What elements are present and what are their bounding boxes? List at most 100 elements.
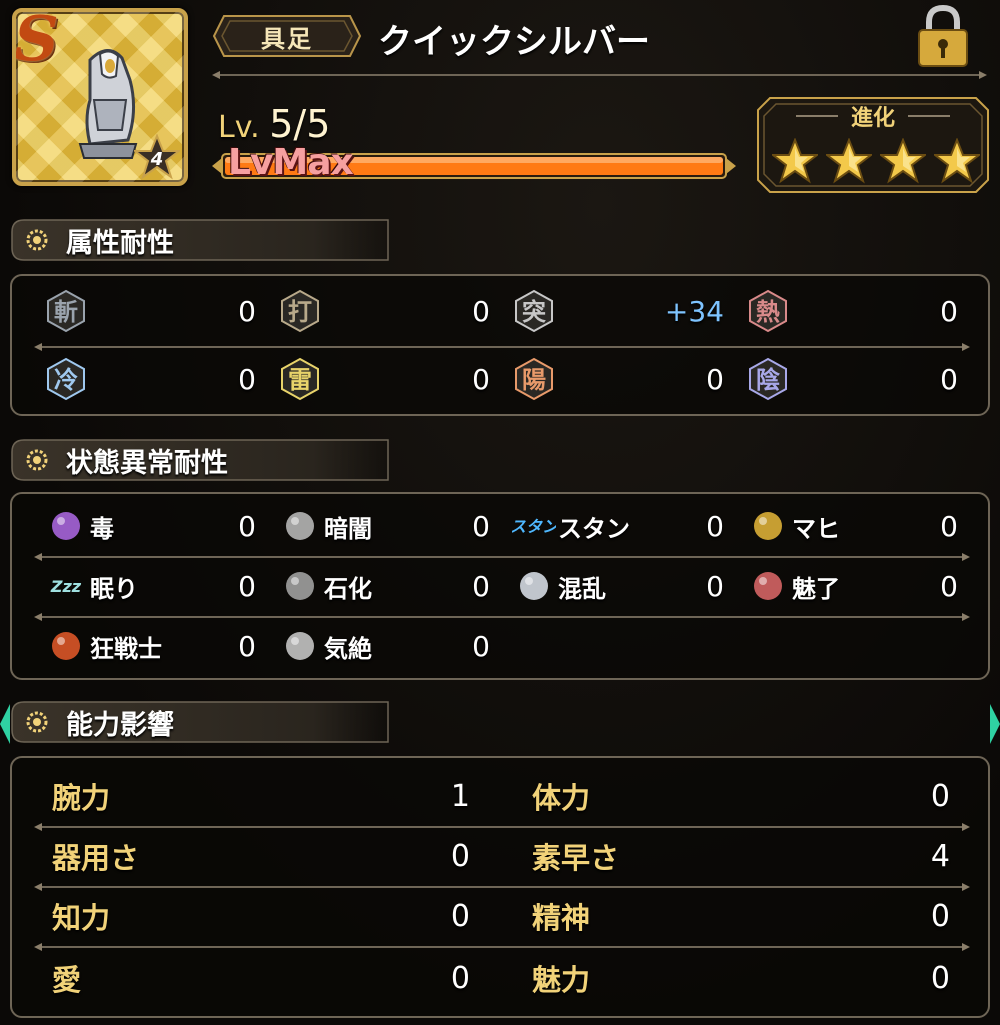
element-resistance-item: 陽0 [512, 356, 724, 402]
status-resistance-label: スタン [558, 514, 630, 543]
svg-text:熱: 熱 [756, 298, 780, 326]
status-resistance-label: 魅了 [792, 574, 840, 603]
ability-stat-item: 素早さ 4 [532, 832, 950, 880]
ability-stat-value: 1 [450, 778, 470, 814]
ability-row-divider [34, 883, 970, 891]
element-resistance-value: 0 [706, 362, 724, 396]
status-resistance-value: 0 [472, 569, 490, 603]
charm-icon [754, 572, 782, 600]
status-section-title: 状態異常耐性 [66, 447, 228, 479]
confusion-icon [520, 572, 548, 600]
element-resistance-value: 0 [472, 362, 490, 396]
level-prefix: Lv. [218, 110, 260, 145]
element-resistance-value: 0 [940, 362, 958, 396]
element-resistance-item: 雷0 [278, 356, 490, 402]
status-resistance-label: 眠り [90, 574, 138, 603]
element-resistance-value: 0 [238, 294, 256, 328]
petrify-icon [286, 572, 314, 600]
status-resistance-value: 0 [940, 569, 958, 603]
ability-stat-item: 知力 0 [52, 892, 470, 940]
svg-text:打: 打 [288, 298, 312, 326]
level-value: 5/5 [269, 102, 331, 146]
element-resistance-item: 熱0 [746, 288, 958, 334]
status-resistance-value: 0 [238, 629, 256, 663]
element-resistance-value: 0 [940, 294, 958, 328]
heat-icon: 熱 [749, 289, 787, 333]
light-icon: 陽 [515, 357, 553, 401]
element-resistance-item: 陰0 [746, 356, 958, 402]
evolution-star-icon [880, 138, 926, 184]
element-resistance-item: 斬0 [44, 288, 256, 334]
side-gem-icon [990, 704, 1000, 744]
status-resistance-label: マヒ [792, 514, 840, 543]
status-resistance-value: 0 [940, 509, 958, 543]
slash-icon: 斬 [47, 289, 85, 333]
ability-stat-value: 0 [930, 778, 950, 814]
thunder-icon: 雷 [281, 357, 319, 401]
rank-star-icon: 4 [132, 133, 182, 180]
element-row-divider [34, 343, 970, 351]
svg-text:陰: 陰 [756, 366, 781, 394]
ability-stat-value: 4 [930, 838, 950, 874]
sleep-icon: Zzz [50, 577, 82, 596]
svg-text:突: 突 [522, 298, 546, 326]
ability-stat-label: 器用さ [52, 841, 140, 875]
element-resistance-value: +34 [664, 294, 724, 328]
ability-section-title: 能力影響 [66, 709, 174, 741]
status-resistance-value: 0 [472, 509, 490, 543]
ability-stat-item: 愛0 [52, 954, 470, 1002]
element-resistance-value: 0 [472, 294, 490, 328]
element-resistance-item: 打0 [278, 288, 490, 334]
status-resistance-item: 石化 0 [278, 564, 490, 608]
status-row-divider [34, 553, 970, 561]
ability-row-divider [34, 823, 970, 831]
svg-text:陽: 陽 [522, 366, 546, 394]
status-section-header: 状態異常耐性 [10, 438, 390, 482]
status-resistance-item: 毒0 [44, 504, 256, 548]
level-label: Lv. 5/5 [218, 102, 330, 146]
svg-text:Zzz: Zzz [50, 577, 82, 596]
status-resistance-item: 暗闇 0 [278, 504, 490, 548]
element-section-header: 属性耐性 [10, 218, 390, 262]
dark-icon: 陰 [749, 357, 787, 401]
element-section-title: 属性耐性 [66, 227, 174, 259]
evolution-label: 進化 [850, 106, 895, 131]
padlock-icon[interactable] [912, 4, 974, 68]
item-name: クイックシルバー [378, 22, 650, 62]
status-resistance-value: 0 [238, 509, 256, 543]
item-card[interactable]: S 4 [12, 8, 188, 186]
blind-icon [286, 512, 314, 540]
cold-icon: 冷 [47, 357, 85, 401]
ability-stat-item: 器用さ 0 [52, 832, 470, 880]
status-resistance-value: 0 [472, 629, 490, 663]
svg-text:スタン: スタン [512, 517, 556, 536]
faint-icon [286, 632, 314, 660]
ability-stat-label: 愛 [52, 963, 82, 997]
status-resistance-item: スタン スタン 0 [512, 504, 724, 548]
category-label: 具足 [261, 24, 313, 53]
status-resistance-item: Zzz 眠り 0 [44, 564, 256, 608]
ability-stat-label: 魅力 [532, 963, 591, 997]
status-row-divider [34, 613, 970, 621]
status-resistance-label: 石化 [324, 574, 372, 603]
ability-stat-value: 0 [450, 960, 470, 996]
ability-stat-label: 体力 [532, 781, 591, 815]
status-resistance-item: 気絶 0 [278, 624, 490, 668]
evolution-star-icon [826, 138, 872, 184]
evolution-stars [772, 138, 980, 184]
side-gem-icon [0, 704, 10, 744]
ability-stat-label: 腕力 [52, 781, 111, 815]
ability-stat-item: 精神 0 [532, 892, 950, 940]
svg-text:斬: 斬 [54, 298, 78, 326]
blunt-icon: 打 [281, 289, 319, 333]
ability-section-header: 能力影響 [10, 700, 390, 744]
element-resistance-item: 冷0 [44, 356, 256, 402]
svg-text:冷: 冷 [54, 366, 78, 394]
stun-icon: スタン [512, 517, 556, 536]
berserk-icon [52, 632, 80, 660]
status-resistance-value: 0 [706, 509, 724, 543]
ability-stat-value: 0 [930, 960, 950, 996]
status-resistance-item: 狂戦士 0 [44, 624, 256, 668]
status-resistance-value: 0 [706, 569, 724, 603]
status-resistance-label: 混乱 [558, 574, 606, 603]
